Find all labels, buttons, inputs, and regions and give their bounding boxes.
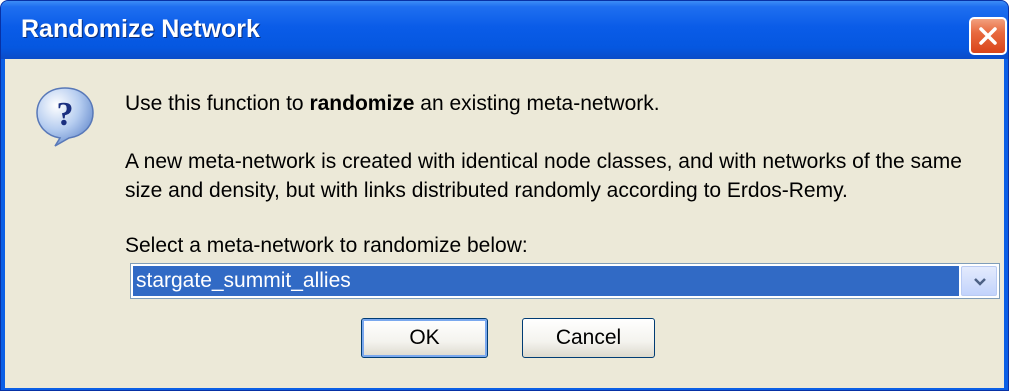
select-prompt: Select a meta-network to randomize below… — [125, 234, 528, 257]
question-icon: ? — [36, 87, 94, 147]
intro-text-end: an existing meta-network. — [414, 92, 660, 115]
window-title: Randomize Network — [21, 15, 260, 43]
svg-text:?: ? — [57, 96, 74, 133]
description-line-2: size and density, but with links distrib… — [125, 179, 848, 202]
close-button[interactable] — [969, 17, 1007, 55]
chevron-down-icon — [974, 278, 986, 286]
intro-text-start: Use this function to — [125, 92, 310, 115]
dialog-window: Randomize Network ? Use this function to… — [0, 0, 1009, 391]
ok-button[interactable]: OK — [361, 318, 488, 358]
meta-network-select[interactable]: stargate_summit_allies — [130, 263, 1000, 299]
title-bar[interactable]: Randomize Network — [1, 1, 1008, 59]
intro-message: Use this function to randomize an existi… — [125, 89, 660, 118]
selected-meta-network: stargate_summit_allies — [133, 266, 959, 296]
intro-text-bold: randomize — [309, 92, 415, 115]
cancel-button[interactable]: Cancel — [522, 318, 655, 358]
close-icon — [979, 27, 997, 45]
dropdown-arrow-button[interactable] — [961, 266, 997, 296]
description-line-1: A new meta-network is created with ident… — [125, 150, 962, 173]
dialog-body: ? Use this function to randomize an exis… — [5, 59, 1004, 388]
